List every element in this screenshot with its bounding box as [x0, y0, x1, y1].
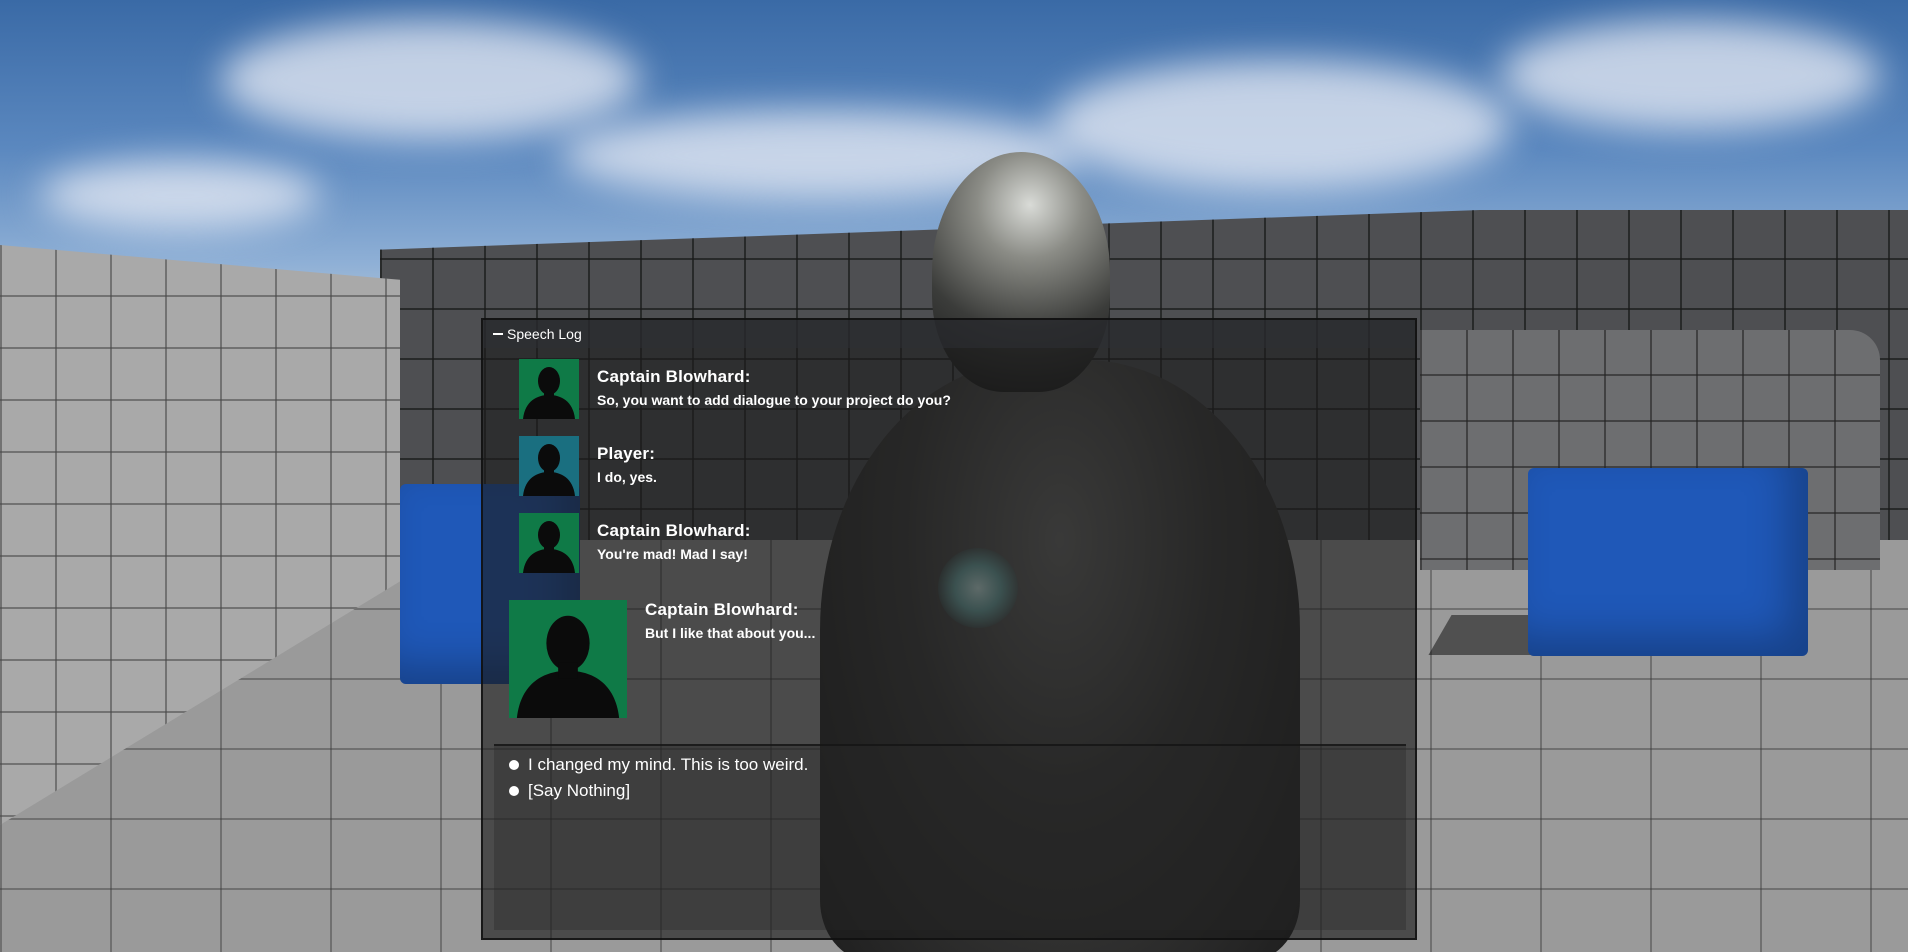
bullet-icon: [509, 760, 519, 770]
dialogue-line: You're mad! Mad I say!: [597, 546, 748, 562]
silhouette-green-icon: [519, 513, 579, 573]
choice-label: [Say Nothing]: [528, 781, 631, 800]
speaker-name: Player:: [597, 444, 656, 463]
dialogue-line: I do, yes.: [597, 469, 657, 485]
speech-log-header[interactable]: Speech Log: [483, 320, 1415, 348]
log-entry-current: Captain Blowhard: But I like that about …: [509, 600, 815, 718]
dialogue-window: Speech Log Captain Blowhard: So, you wan…: [481, 318, 1417, 940]
choice-option[interactable]: I changed my mind. This is too weird.: [494, 752, 1406, 778]
speaker-name: Captain Blowhard:: [645, 600, 799, 619]
silhouette-green-icon: [519, 359, 579, 419]
choices-panel: I changed my mind. This is too weird. [S…: [494, 744, 1406, 930]
silhouette-teal-icon: [519, 436, 579, 496]
dialogue-line: But I like that about you...: [645, 625, 816, 641]
speaker-name: Captain Blowhard:: [597, 521, 751, 540]
log-entry: Captain Blowhard: So, you want to add di…: [519, 359, 951, 419]
speaker-name: Captain Blowhard:: [597, 367, 751, 386]
log-entry: Player: I do, yes.: [519, 436, 657, 496]
collapse-icon[interactable]: [493, 333, 503, 335]
speech-log-title: Speech Log: [507, 326, 582, 342]
silhouette-green-icon: [509, 600, 627, 718]
blue-box-right: [1528, 468, 1808, 656]
choice-option[interactable]: [Say Nothing]: [494, 778, 1406, 804]
choice-label: I changed my mind. This is too weird.: [528, 755, 809, 774]
bullet-icon: [509, 786, 519, 796]
dialogue-line: So, you want to add dialogue to your pro…: [597, 392, 951, 408]
log-entry: Captain Blowhard: You're mad! Mad I say!: [519, 513, 751, 573]
